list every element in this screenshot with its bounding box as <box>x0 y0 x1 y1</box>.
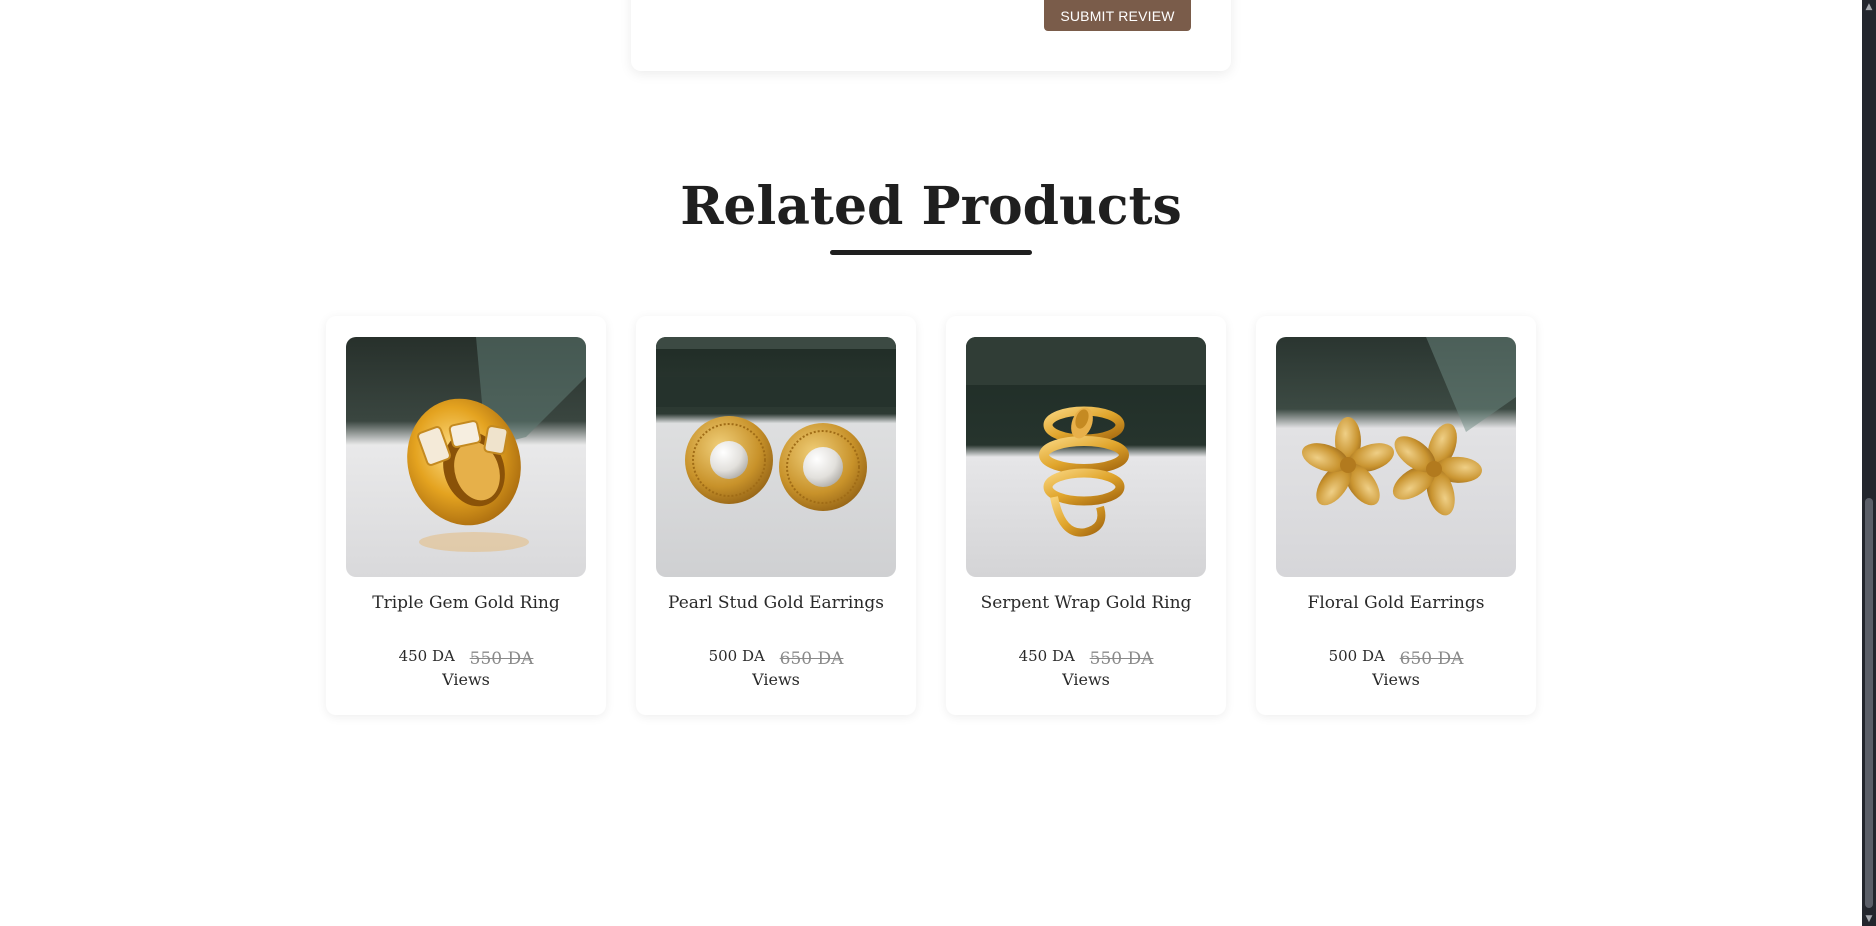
product-views: Views <box>752 670 800 689</box>
product-name[interactable]: Floral Gold Earrings <box>1256 593 1536 613</box>
product-views: Views <box>1372 670 1420 689</box>
product-card-triple-gem-ring[interactable]: Triple Gem Gold Ring 450 DA 550 DA Views <box>326 316 606 715</box>
product-views: Views <box>442 670 490 689</box>
scroll-down-arrow-icon[interactable]: ▼ <box>1862 912 1876 926</box>
price-row: 450 DA 550 DA <box>946 646 1226 669</box>
price-row: 500 DA 650 DA <box>636 646 916 669</box>
product-old-price: 550 DA <box>1089 649 1154 669</box>
serpent-ring-image[interactable] <box>966 337 1206 577</box>
related-products-list: Triple Gem Gold Ring 450 DA 550 DA Views <box>326 316 1536 715</box>
title-underline-divider <box>830 250 1032 255</box>
product-card-pearl-stud-earrings[interactable]: Pearl Stud Gold Earrings 500 DA 650 DA V… <box>636 316 916 715</box>
product-price: 450 DA <box>398 647 455 665</box>
product-views: Views <box>1062 670 1110 689</box>
related-products-title: Related Products <box>680 176 1182 237</box>
price-row: 450 DA 550 DA <box>326 646 606 669</box>
product-old-price: 650 DA <box>779 649 844 669</box>
submit-review-button[interactable]: SUBMIT REVIEW <box>1044 0 1191 31</box>
page: SUBMIT REVIEW Related Products Triple Ge… <box>0 0 1876 926</box>
product-card-floral-gold-earrings[interactable]: Floral Gold Earrings 500 DA 650 DA Views <box>1256 316 1536 715</box>
product-name[interactable]: Triple Gem Gold Ring <box>326 593 606 613</box>
product-name[interactable]: Serpent Wrap Gold Ring <box>946 593 1226 613</box>
product-old-price: 650 DA <box>1399 649 1464 669</box>
gold-ring-image[interactable] <box>346 337 586 577</box>
scrollbar-thumb[interactable] <box>1865 498 1873 908</box>
product-price: 500 DA <box>1328 647 1385 665</box>
product-old-price: 550 DA <box>469 649 534 669</box>
price-row: 500 DA 650 DA <box>1256 646 1536 669</box>
vertical-scrollbar[interactable]: ▲ ▼ <box>1862 0 1876 926</box>
product-price: 450 DA <box>1018 647 1075 665</box>
pearl-earrings-image[interactable] <box>656 337 896 577</box>
product-card-serpent-wrap-ring[interactable]: Serpent Wrap Gold Ring 450 DA 550 DA Vie… <box>946 316 1226 715</box>
scroll-up-arrow-icon[interactable]: ▲ <box>1862 0 1876 14</box>
product-name[interactable]: Pearl Stud Gold Earrings <box>636 593 916 613</box>
product-price: 500 DA <box>708 647 765 665</box>
floral-earrings-image[interactable] <box>1276 337 1516 577</box>
